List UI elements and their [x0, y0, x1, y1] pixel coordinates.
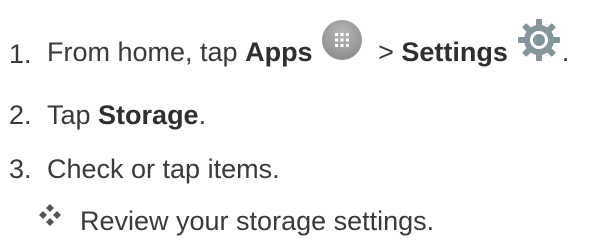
settings-label: Settings	[401, 37, 508, 68]
step-text-pre: Tap	[47, 100, 99, 130]
apps-grid-icon	[321, 19, 363, 61]
step-number: 1.	[9, 39, 32, 69]
note-line: Review your storage settings.	[38, 202, 435, 237]
step-text-post: .	[198, 100, 207, 130]
note-text: Review your storage settings.	[80, 206, 435, 236]
apps-label: Apps	[245, 37, 313, 68]
step-text-post: .	[561, 37, 570, 68]
step-1: 1. From home, tap Apps > Settings .	[0, 19, 570, 77]
step-text-mid: >	[370, 37, 402, 68]
step-text: Check or tap items.	[47, 154, 280, 184]
step-number: 2.	[9, 100, 32, 130]
settings-gear-icon	[516, 17, 562, 63]
step-text: Tap Storage.	[47, 99, 206, 131]
step-2: 2. Tap Storage.	[0, 99, 206, 131]
diamond-bullet-icon	[38, 202, 62, 226]
step-text: From home, tap Apps > Settings .	[47, 19, 570, 77]
step-3: 3. Check or tap items.	[0, 153, 280, 185]
storage-label: Storage	[98, 100, 199, 130]
step-text-pre: From home, tap	[47, 37, 246, 68]
step-number: 3.	[9, 154, 32, 184]
